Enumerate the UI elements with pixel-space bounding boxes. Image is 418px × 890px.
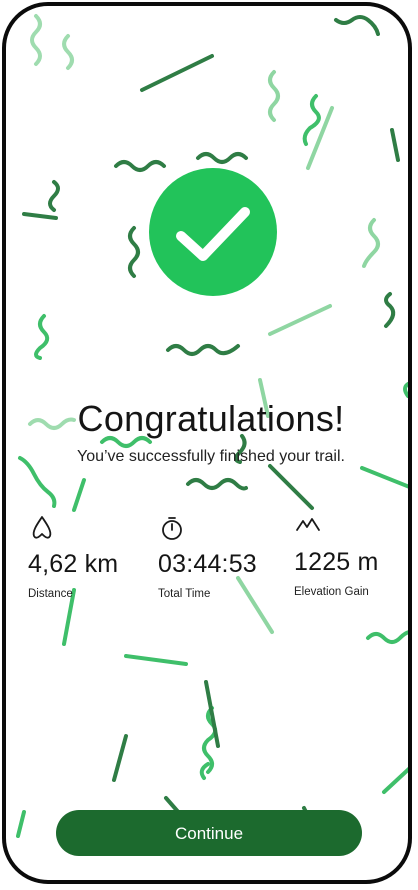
confetti-squiggle [362, 218, 380, 268]
mountain-icon [296, 518, 320, 531]
confetti-strip [124, 654, 188, 666]
confetti-squiggle [384, 292, 396, 328]
stat-total-time-label: Total Time [158, 588, 211, 600]
confetti-squiggle [166, 344, 240, 356]
confetti-strip [72, 478, 86, 512]
confetti-squiggle [30, 14, 42, 66]
page-title: Congratulations! [77, 398, 345, 439]
confetti-strip [22, 212, 58, 220]
confetti-strip [382, 766, 408, 794]
stat-elevation-label: Elevation Gain [294, 586, 369, 598]
stat-distance-value: 4,62 km [28, 550, 119, 578]
confetti-squiggle [48, 180, 60, 212]
confetti-squiggle [366, 630, 408, 644]
checkmark-icon [176, 207, 250, 261]
confetti-strip [16, 810, 26, 838]
confetti-squiggle [268, 70, 280, 122]
stat-total-time-value: 03:44:53 [158, 550, 257, 578]
continue-button[interactable]: Continue [56, 810, 362, 856]
stopwatch-icon [162, 517, 182, 540]
confetti-squiggle [334, 15, 380, 36]
stat-total-time: 03:44:53 Total Time [158, 514, 257, 600]
page-subtitle: You’ve successfully finished your trail. [77, 448, 345, 465]
confetti-strip [140, 54, 214, 92]
success-checkmark-badge [149, 168, 277, 296]
confetti-squiggle [34, 314, 50, 360]
stat-distance-label: Distance [28, 588, 73, 600]
stat-elevation-value: 1225 m [294, 548, 379, 576]
distance-icon [32, 516, 52, 539]
confetti-strip [360, 466, 408, 489]
confetti-strip [268, 304, 332, 336]
confetti-strip [390, 128, 400, 162]
confetti-background [16, 14, 408, 838]
confetti-strip [112, 734, 128, 782]
phone-frame: Congratulations! You’ve successfully fin… [2, 2, 412, 884]
confetti-squiggle [196, 152, 248, 164]
confetti-squiggle [62, 34, 74, 70]
confetti-squiggle [128, 226, 140, 278]
confetti-squiggle [186, 478, 248, 491]
confetti-squiggle [302, 94, 321, 146]
confetti-strip [268, 464, 314, 510]
confetti-squiggle [403, 382, 408, 398]
stat-elevation-gain: 1225 m Elevation Gain [294, 512, 379, 598]
stat-distance: 4,62 km Distance [28, 514, 118, 600]
